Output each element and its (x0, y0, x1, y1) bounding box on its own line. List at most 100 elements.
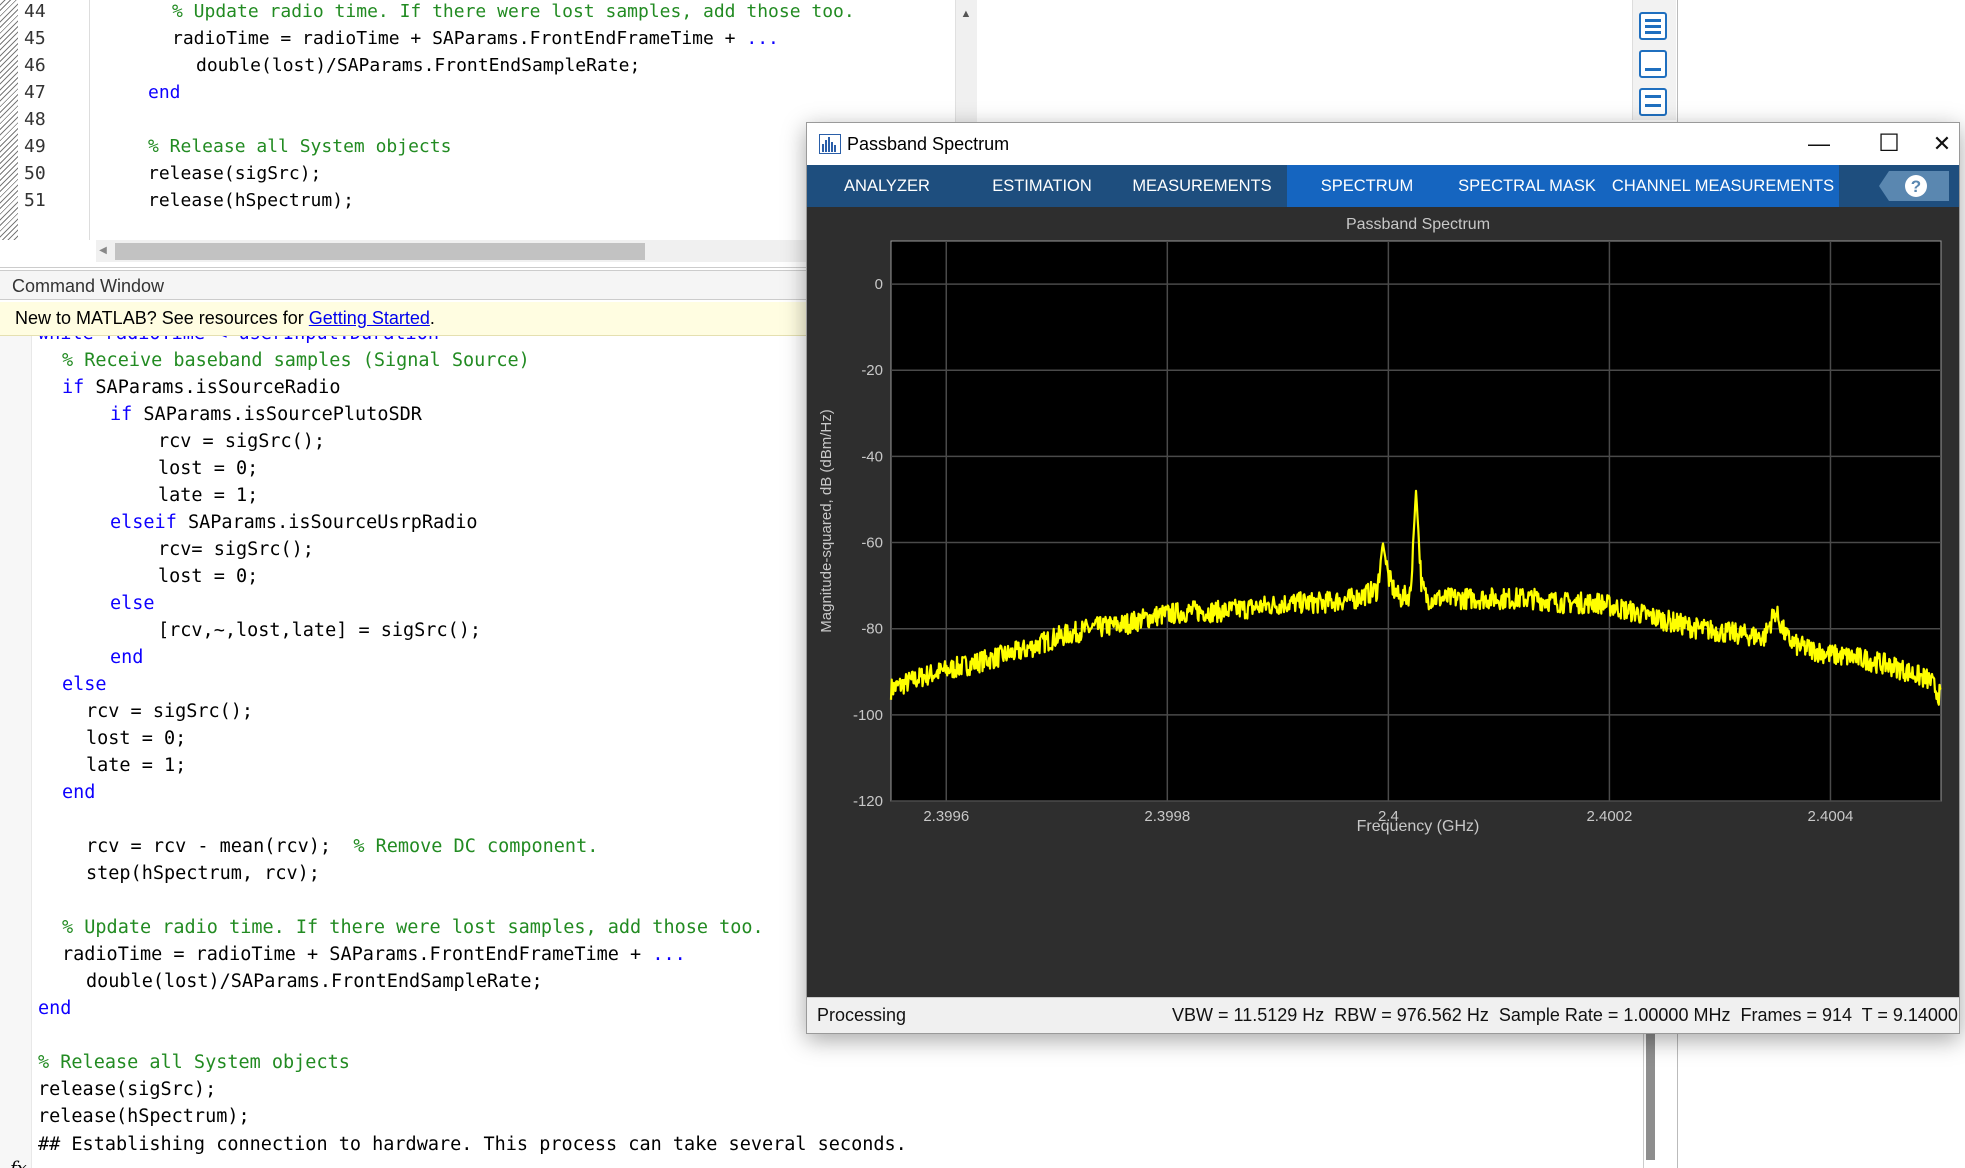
code-text: late = 1; (86, 755, 187, 776)
code-text: radioTime = radioTime + SAParams.FrontEn… (62, 944, 653, 965)
code-comment: % Update radio time. If there were lost … (62, 917, 764, 938)
code-text: rcv = sigSrc(); (86, 701, 254, 722)
code-line: release(sigSrc); (38, 1076, 216, 1103)
property-panel-icon[interactable] (1639, 88, 1667, 116)
code-text: double(lost)/SAParams.FrontEndSampleRate… (86, 971, 543, 992)
command-window-scroll-thumb[interactable] (1646, 1030, 1655, 1160)
code-line: % Update radio time. If there were lost … (172, 0, 855, 25)
code-text: lost = 0; (86, 728, 187, 749)
getting-started-link[interactable]: Getting Started (309, 308, 430, 328)
y-axis-label: Magnitude-squared, dB (dBm/Hz) (818, 409, 835, 632)
line-number: 47 (24, 82, 46, 103)
line-number: 46 (24, 55, 46, 76)
plot-axes (890, 240, 1942, 802)
line-number: 51 (24, 190, 46, 211)
code-comment: % Remove DC component. (353, 836, 599, 857)
code-comment: % Receive baseband samples (Signal Sourc… (62, 350, 530, 371)
command-prompt-fx[interactable]: fx (10, 1158, 27, 1168)
minimize-button[interactable]: — (1784, 123, 1854, 165)
code-text: SAParams.isSourceUsrpRadio (176, 512, 478, 533)
code-line: double(lost)/SAParams.FrontEndSampleRate… (86, 968, 543, 995)
code-text: lost = 0; (158, 566, 259, 587)
status-measurements: VBW = 11.5129 Hz RBW = 976.562 Hz Sample… (1172, 1005, 1958, 1025)
code-line: radioTime = radioTime + SAParams.FrontEn… (172, 25, 779, 52)
code-line: lost = 0; (158, 563, 258, 590)
close-button[interactable]: ✕ (1924, 123, 1960, 165)
y-tick-label: -60 (861, 535, 883, 552)
code-text: release(sigSrc); (38, 1079, 217, 1100)
spectrum-plot[interactable]: Passband Spectrum 0-20-40-60-80-100-120 … (807, 207, 1959, 997)
code-line: rcv = sigSrc(); (86, 698, 253, 725)
code-comment: % Release all System objects (148, 136, 452, 157)
line-number: 50 (24, 163, 46, 184)
code-text: radioTime = radioTime + SAParams.FrontEn… (172, 28, 747, 49)
line-number: 49 (24, 136, 46, 157)
layout-grid-icon[interactable] (1639, 12, 1667, 40)
code-keyword: if (62, 377, 85, 398)
code-line: % Release all System objects (148, 133, 451, 160)
line-number: 44 (24, 1, 46, 22)
code-line: % Update radio time. If there were lost … (62, 914, 764, 941)
window-title: Passband Spectrum (847, 134, 1010, 154)
document-panel-icon[interactable] (1639, 50, 1667, 78)
code-keyword: if (110, 404, 133, 425)
x-axis-label: Frequency (GHz) (1357, 818, 1480, 835)
code-line: end (110, 644, 143, 671)
spectrum-analyzer-window[interactable]: Passband Spectrum — ☐ ✕ ANALYZER ESTIMAT… (806, 122, 1960, 1034)
code-line: if SAParams.isSourceRadio (62, 374, 340, 401)
x-tick-label: 2.3996 (923, 808, 969, 825)
help-icon[interactable]: ? (1879, 171, 1949, 201)
code-keyword: ... (652, 944, 686, 965)
code-line: release(sigSrc); (148, 160, 321, 187)
code-text: rcv= sigSrc(); (158, 539, 314, 560)
tab-spectral-mask[interactable]: SPECTRAL MASK (1447, 165, 1607, 207)
code-line: % Release all System objects (38, 1049, 350, 1076)
command-window-margin (0, 336, 32, 1168)
scroll-up-arrow-icon[interactable]: ▲ (958, 8, 974, 22)
banner-prefix: New to MATLAB? See resources for (15, 308, 309, 328)
code-text: double(lost)/SAParams.FrontEndSampleRate… (196, 55, 641, 76)
editor-horizontal-scroll-thumb[interactable] (115, 243, 645, 260)
tab-channel-measurements[interactable]: CHANNEL MEASUREMENTS (1607, 165, 1839, 207)
tab-estimation[interactable]: ESTIMATION (967, 165, 1117, 207)
code-line: else (110, 590, 155, 617)
code-text: SAParams.isSourceRadio (84, 377, 341, 398)
code-line: elseif SAParams.isSourceUsrpRadio (110, 509, 478, 536)
code-line: if SAParams.isSourcePlutoSDR (110, 401, 422, 428)
code-line: radioTime = radioTime + SAParams.FrontEn… (62, 941, 686, 968)
y-tick-label: -120 (853, 793, 883, 810)
maximize-button[interactable]: ☐ (1854, 123, 1924, 165)
code-text: step(hSpectrum, rcv); (86, 863, 320, 884)
code-text: rcv = sigSrc(); (158, 431, 326, 452)
code-text: late = 1; (158, 485, 259, 506)
command-window-title: Command Window (12, 276, 165, 296)
tab-measurements[interactable]: MEASUREMENTS (1117, 165, 1287, 207)
y-tick-label: -100 (853, 707, 883, 724)
code-line: [rcv,~,lost,late] = sigSrc(); (158, 617, 481, 644)
y-tick-label: -20 (861, 362, 883, 379)
code-line: late = 1; (86, 752, 186, 779)
code-keyword: end (62, 782, 96, 803)
x-tick-label: 2.4002 (1586, 808, 1632, 825)
tab-analyzer[interactable]: ANALYZER (807, 165, 967, 207)
code-text: [rcv,~,lost,late] = sigSrc(); (158, 620, 482, 641)
code-line: late = 1; (158, 482, 258, 509)
code-line: end (38, 995, 71, 1022)
code-comment: % Release all System objects (38, 1052, 350, 1073)
y-tick-label: 0 (875, 276, 883, 293)
code-line: lost = 0; (158, 455, 258, 482)
spectrum-app-icon (819, 134, 841, 154)
code-line: else (62, 671, 107, 698)
code-line: rcv = sigSrc(); (158, 428, 325, 455)
command-output: ## Establishing connection to hardware. … (38, 1134, 907, 1155)
code-text: release(hSpectrum); (148, 190, 354, 211)
y-tick-label: -40 (861, 448, 883, 465)
x-tick-label: 2.4004 (1808, 808, 1854, 825)
tab-spectrum[interactable]: SPECTRUM (1287, 165, 1447, 207)
code-text: lost = 0; (158, 458, 259, 479)
scroll-left-arrow-icon[interactable]: ◀ (96, 242, 110, 260)
code-text: rcv = rcv - mean(rcv); (86, 836, 354, 857)
code-line: step(hSpectrum, rcv); (86, 860, 320, 887)
code-line: end (148, 79, 181, 106)
code-line: double(lost)/SAParams.FrontEndSampleRate… (196, 52, 640, 79)
